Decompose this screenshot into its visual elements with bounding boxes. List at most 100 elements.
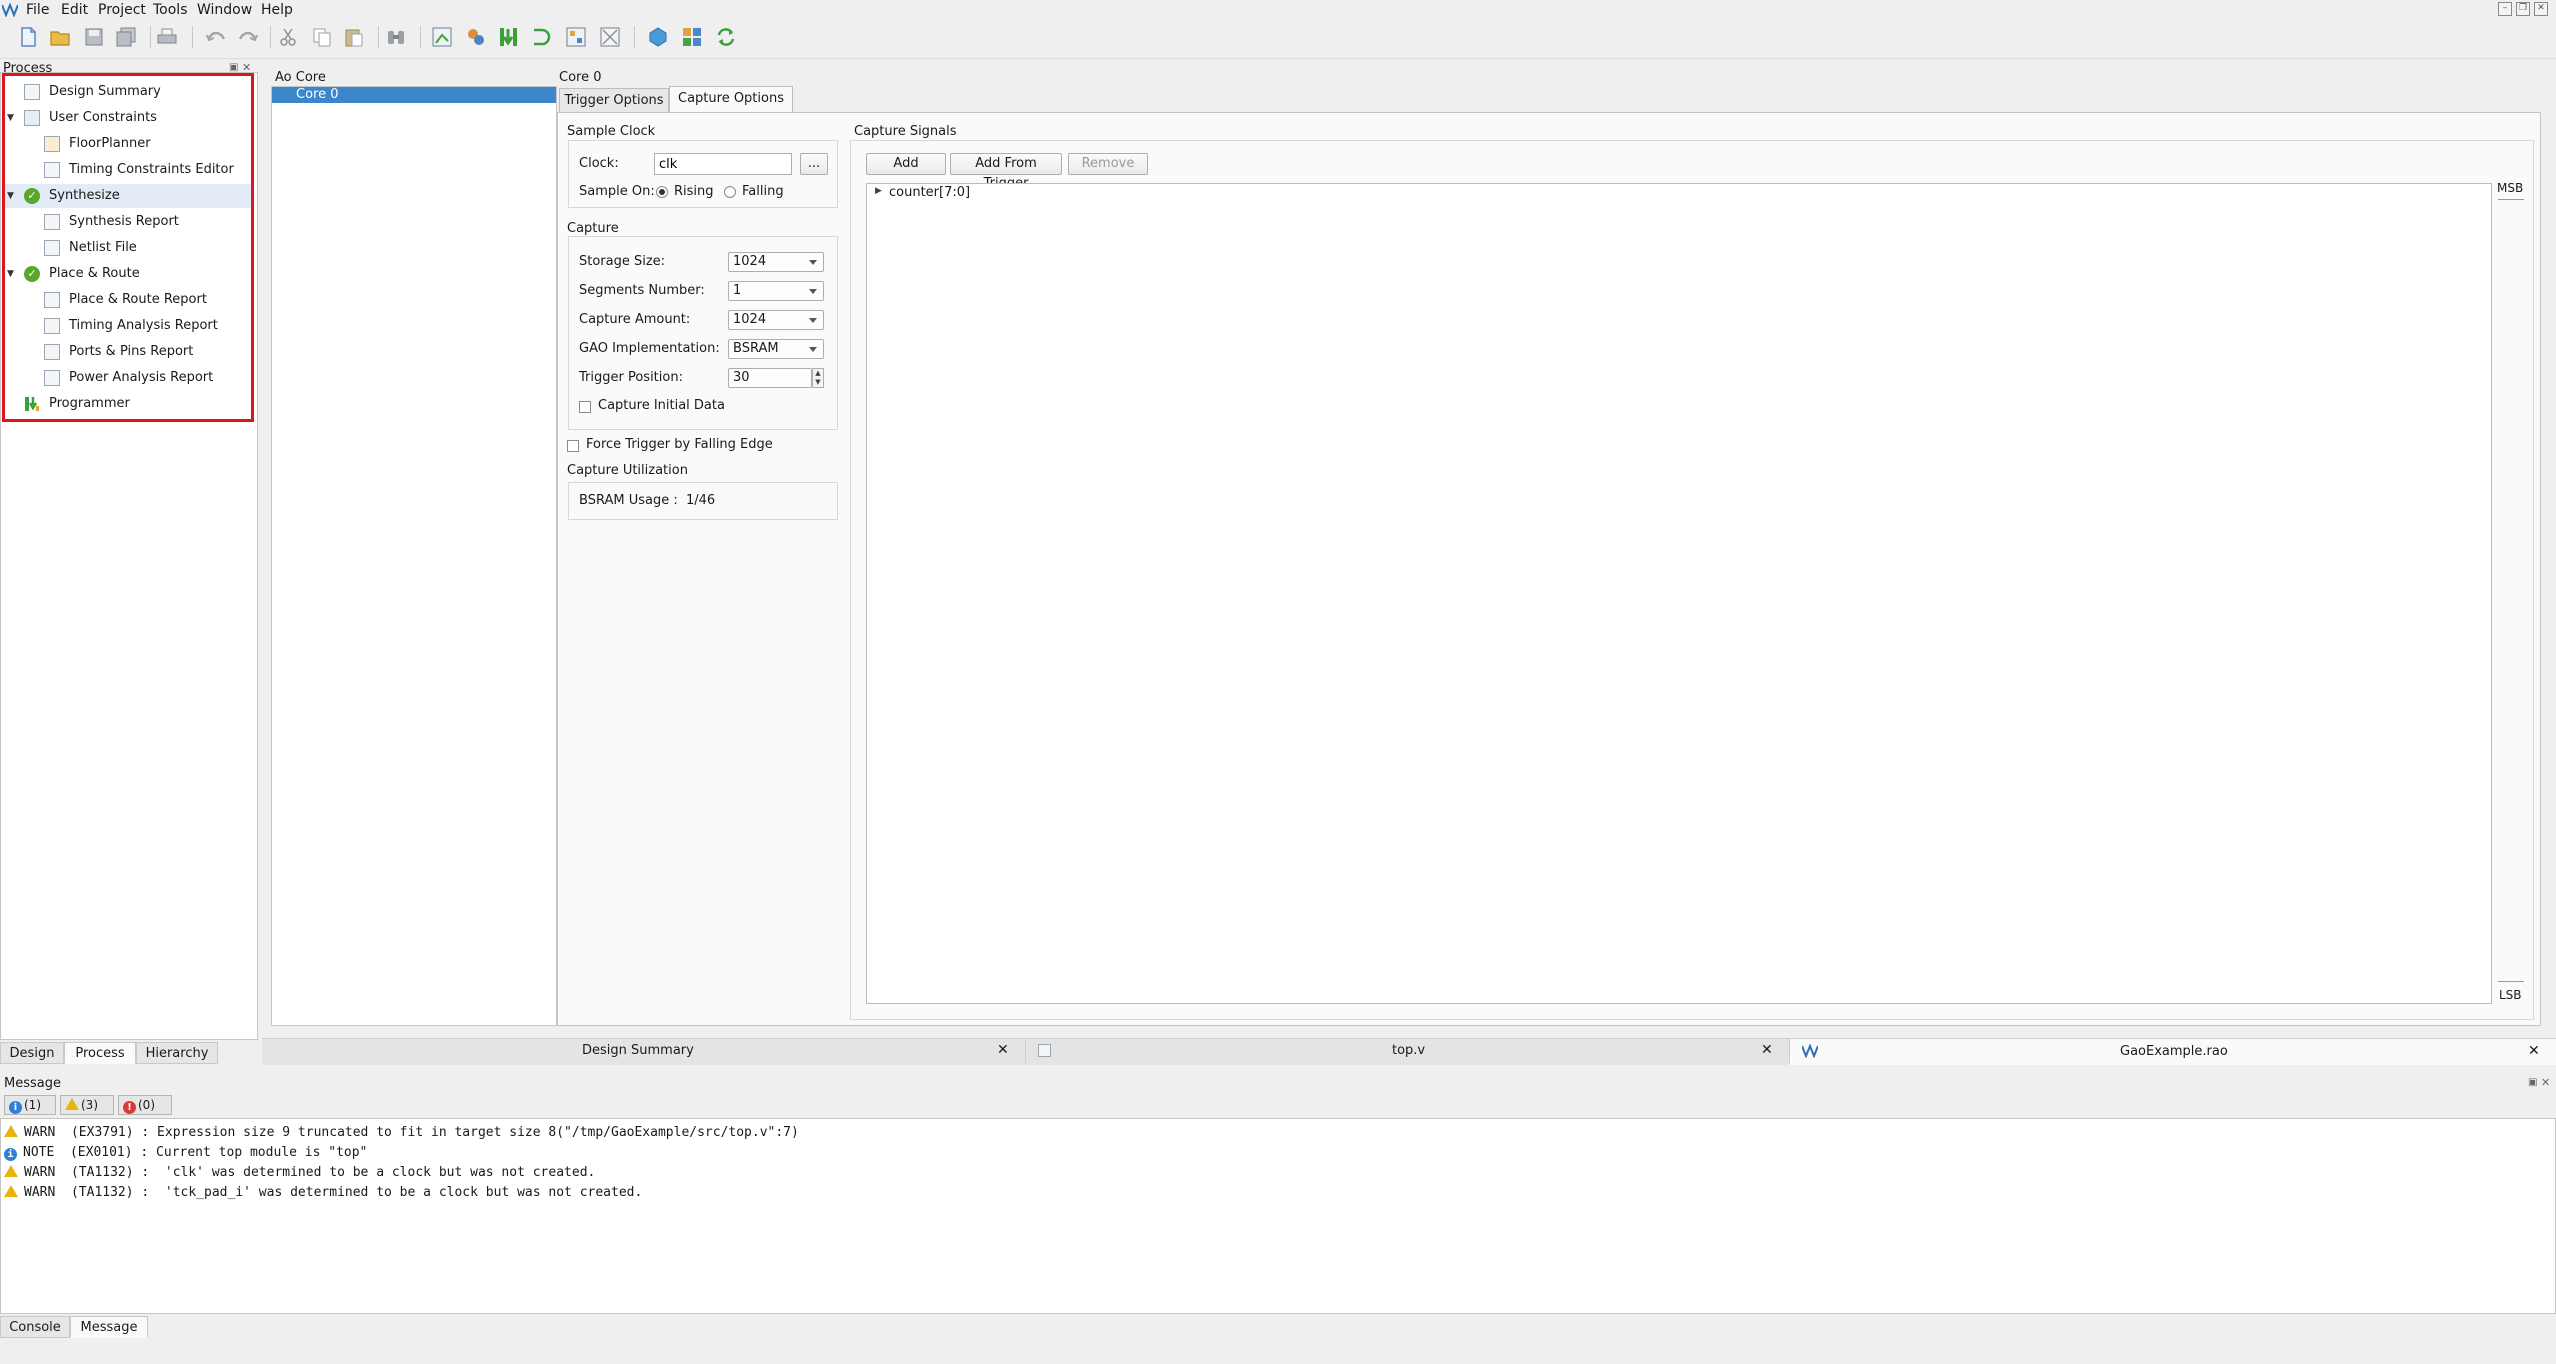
combo-value: 1024 — [733, 312, 767, 327]
menu-window[interactable]: Window — [197, 2, 252, 18]
msb-label: MSB — [2497, 181, 2524, 195]
storage-size-select[interactable]: 1024 — [728, 252, 824, 272]
combo-value: 1024 — [733, 254, 767, 269]
paste-icon[interactable] — [342, 25, 366, 49]
info-icon: i — [9, 1101, 22, 1114]
core-header: Core 0 — [559, 70, 602, 85]
minimize-window-icon[interactable]: – — [2498, 2, 2512, 16]
close-panel-icon[interactable]: ✕ — [2541, 1076, 2550, 1089]
warning-icon — [65, 1098, 79, 1110]
capture-initial-label: Capture Initial Data — [598, 398, 725, 413]
close-tab-icon[interactable]: ✕ — [997, 1042, 1009, 1058]
signal-item[interactable]: counter[7:0] — [889, 185, 970, 200]
timing-tool-icon[interactable] — [530, 25, 554, 49]
message-row[interactable]: WARN (TA1132) : 'tck_pad_i' was determin… — [4, 1184, 642, 1202]
capture-amount-select[interactable]: 1024 — [728, 310, 824, 330]
sample-clock-title: Sample Clock — [567, 124, 656, 139]
list-item-core-0[interactable]: Core 0 — [272, 87, 556, 103]
clock-browse-button[interactable]: ... — [800, 153, 828, 175]
close-tab-icon[interactable]: ✕ — [1761, 1042, 1773, 1058]
program-device-icon[interactable] — [496, 25, 520, 49]
resource-grid-icon[interactable] — [680, 25, 704, 49]
add-button[interactable]: Add — [866, 153, 946, 175]
print-icon[interactable] — [155, 25, 179, 49]
cut-icon[interactable] — [276, 25, 300, 49]
capture-initial-checkbox[interactable] — [579, 401, 591, 413]
warning-icon — [4, 1185, 18, 1197]
gao-impl-select[interactable]: BSRAM — [728, 339, 824, 359]
editor-tab-design-summary[interactable]: Design Summary ✕ — [262, 1039, 1026, 1063]
storage-size-label: Storage Size: — [579, 254, 666, 269]
message-row[interactable]: i NOTE (EX0101) : Current top module is "… — [4, 1144, 367, 1162]
tab-console[interactable]: Console — [0, 1316, 70, 1338]
error-filter-button[interactable]: ! (0) — [118, 1095, 172, 1115]
capture-amount-label: Capture Amount: — [579, 312, 691, 327]
chevron-down-icon — [809, 347, 817, 352]
save-icon[interactable] — [82, 25, 106, 49]
menu-project[interactable]: Project — [98, 2, 146, 18]
gao-impl-label: GAO Implementation: — [579, 341, 720, 356]
toolbar-separator — [420, 26, 421, 48]
remove-button[interactable]: Remove — [1068, 153, 1148, 175]
editor-tab-top-v[interactable]: top.v ✕ — [1026, 1039, 1790, 1063]
save-all-icon[interactable] — [114, 25, 138, 49]
open-folder-icon[interactable] — [48, 25, 72, 49]
close-tab-icon[interactable]: ✕ — [2528, 1043, 2540, 1059]
message-text: WARN (TA1132) : 'clk' was determined to … — [24, 1165, 596, 1180]
tab-process[interactable]: Process — [64, 1042, 136, 1064]
warning-icon — [4, 1125, 18, 1137]
expand-arrow-icon[interactable]: ▶ — [875, 186, 882, 196]
refresh-icon[interactable] — [714, 25, 738, 49]
spin-arrows-icon[interactable]: ▲ ▼ — [812, 368, 824, 388]
message-row[interactable]: WARN (TA1132) : 'clk' was determined to … — [4, 1164, 595, 1182]
rising-radio[interactable] — [656, 186, 668, 198]
info-filter-button[interactable]: i (1) — [4, 1095, 56, 1115]
highlight-box — [2, 73, 254, 422]
menu-tools[interactable]: Tools — [153, 2, 188, 18]
trigger-pos-label: Trigger Position: — [579, 370, 683, 385]
add-from-trigger-button[interactable]: Add From Trigger — [950, 153, 1062, 191]
chevron-down-icon — [809, 318, 817, 323]
force-trigger-checkbox[interactable] — [567, 440, 579, 452]
menu-edit[interactable]: Edit — [61, 2, 88, 18]
constraints-icon[interactable] — [598, 25, 622, 49]
tab-message[interactable]: Message — [70, 1316, 148, 1338]
tab-capture-options[interactable]: Capture Options — [669, 86, 793, 112]
message-text: NOTE (EX0101) : Current top module is "t… — [23, 1145, 368, 1160]
utilization-title: Capture Utilization — [567, 463, 688, 478]
find-icon[interactable] — [384, 25, 408, 49]
gao-icon[interactable] — [464, 25, 488, 49]
editor-tab-gaoexample-rao[interactable]: GaoExample.rao ✕ — [1790, 1039, 2556, 1065]
list-item-label: Core 0 — [296, 87, 339, 102]
falling-label: Falling — [742, 184, 784, 199]
trigger-pos-spinbox[interactable]: 30 — [728, 368, 812, 388]
filter-count: (1) — [24, 1098, 41, 1112]
schematic-icon[interactable] — [564, 25, 588, 49]
message-text: WARN (EX3791) : Expression size 9 trunca… — [24, 1125, 799, 1140]
signal-list — [866, 183, 2492, 1004]
copy-icon[interactable] — [310, 25, 334, 49]
segments-label: Segments Number: — [579, 283, 705, 298]
tab-hierarchy[interactable]: Hierarchy — [136, 1042, 218, 1064]
restore-window-icon[interactable]: ❐ — [2516, 2, 2530, 16]
menu-help[interactable]: Help — [261, 2, 293, 18]
ip-core-icon[interactable] — [646, 25, 670, 49]
menu-file[interactable]: File — [26, 2, 49, 18]
message-row[interactable]: WARN (EX3791) : Expression size 9 trunca… — [4, 1124, 799, 1142]
tab-trigger-options[interactable]: Trigger Options — [559, 88, 669, 112]
close-window-icon[interactable]: ✕ — [2534, 2, 2548, 16]
redo-icon[interactable] — [236, 25, 260, 49]
falling-radio[interactable] — [724, 186, 736, 198]
floorplanner-tool-icon[interactable] — [430, 25, 454, 49]
segments-select[interactable]: 1 — [728, 281, 824, 301]
ao-core-list — [271, 86, 557, 1026]
clock-input[interactable] — [654, 153, 792, 175]
toolbar-separator — [192, 26, 193, 48]
float-panel-icon[interactable]: ▣ — [2528, 1077, 2537, 1088]
filter-count: (0) — [138, 1098, 155, 1112]
new-file-icon[interactable] — [16, 25, 40, 49]
undo-icon[interactable] — [204, 25, 228, 49]
error-icon: ! — [123, 1101, 136, 1114]
tab-design[interactable]: Design — [0, 1042, 64, 1064]
warning-filter-button[interactable]: (3) — [60, 1095, 114, 1115]
